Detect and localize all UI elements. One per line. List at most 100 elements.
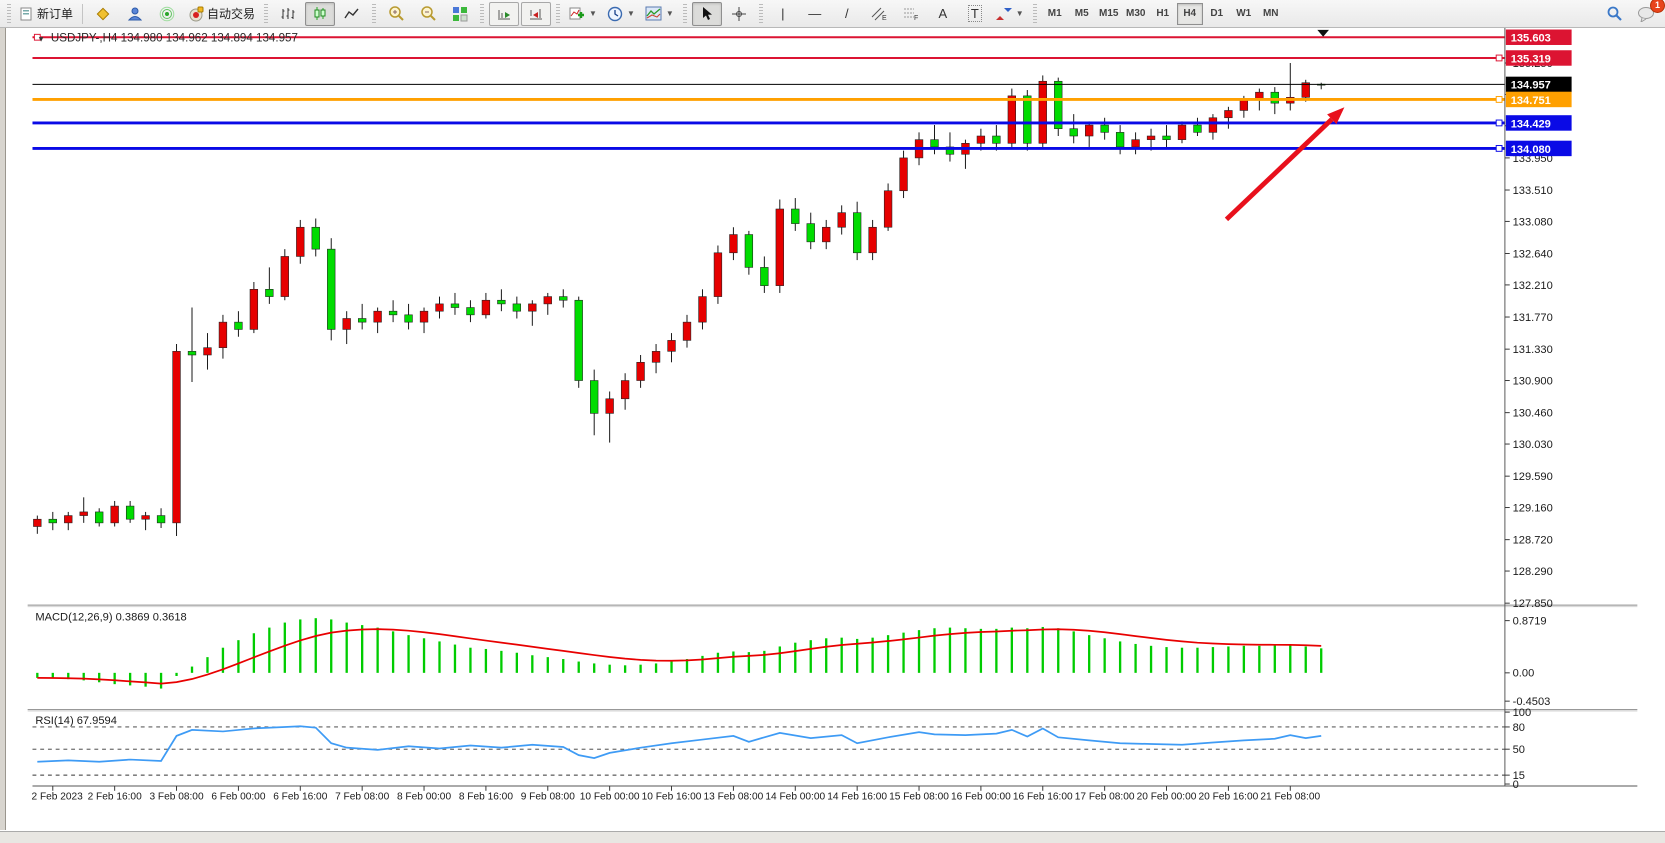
channel-tool[interactable]: E <box>864 2 894 26</box>
macd-tick-label: 0.00 <box>1513 668 1535 680</box>
candle-body <box>64 516 72 523</box>
trading-platform-window: 新订单 自动交易 <box>0 0 1665 843</box>
indicators-caret-icon: ▼ <box>589 9 597 18</box>
trendline-tool[interactable]: / <box>832 2 862 26</box>
template-icon <box>645 6 662 21</box>
timeframe-m1[interactable]: M1 <box>1042 3 1068 25</box>
price-tick-label: 132.640 <box>1513 248 1553 260</box>
price-tick-label: 130.900 <box>1513 375 1553 387</box>
chart-shift-button[interactable] <box>521 2 551 26</box>
hline-handle-icon[interactable] <box>1496 120 1502 126</box>
horizontal-scrollbar-area[interactable] <box>0 831 1665 843</box>
timeframe-h4[interactable]: H4 <box>1177 3 1203 25</box>
candle-body <box>1271 92 1279 103</box>
timeframe-w1[interactable]: W1 <box>1231 3 1257 25</box>
candle-body <box>977 136 985 143</box>
text-tool-glyph: A <box>938 6 947 21</box>
zoom-out-icon <box>420 5 437 22</box>
candle-body <box>219 322 227 348</box>
crosshair-tool-button[interactable] <box>724 2 754 26</box>
time-tick-label: 14 Feb 16:00 <box>827 791 887 802</box>
time-tick-label: 9 Feb 08:00 <box>521 791 575 802</box>
timeframe-m15[interactable]: M15 <box>1096 3 1122 25</box>
candle-body <box>807 224 815 242</box>
candle-body <box>652 351 660 362</box>
candle-body <box>1240 100 1248 111</box>
hline-glyph: — <box>808 6 821 21</box>
candle-body <box>745 235 753 268</box>
timeframe-d1[interactable]: D1 <box>1204 3 1230 25</box>
candle-body <box>637 362 645 380</box>
zoom-in-icon <box>388 5 405 22</box>
arrows-caret-icon: ▼ <box>1016 9 1024 18</box>
candle-body <box>296 227 304 256</box>
horizontal-line-tool[interactable]: — <box>800 2 830 26</box>
hline-handle-icon[interactable] <box>1496 55 1502 61</box>
search-icon <box>1606 5 1623 22</box>
candle-body <box>621 381 629 399</box>
time-tick-label: 8 Feb 00:00 <box>397 791 451 802</box>
price-tick-label: 130.460 <box>1513 408 1553 420</box>
bar-chart-button[interactable] <box>273 2 303 26</box>
candle-body <box>838 213 846 228</box>
auto-scroll-icon <box>496 6 512 22</box>
hline-handle-icon[interactable] <box>1496 146 1502 152</box>
price-tick-label: 131.330 <box>1513 344 1553 356</box>
symbol-dropdown-icon: ▼ <box>37 35 45 44</box>
candle-body <box>1132 140 1140 147</box>
notifications-button[interactable]: 1 <box>1631 2 1661 26</box>
signals-button[interactable] <box>152 2 182 26</box>
arrows-icon <box>996 6 1012 22</box>
tile-windows-button[interactable] <box>445 2 475 26</box>
time-tick-label: 6 Feb 16:00 <box>273 791 327 802</box>
vline-glyph: | <box>781 6 784 21</box>
zoom-in-button[interactable] <box>381 2 411 26</box>
usdjpy-h4-chart: 135.250134.820134.390133.950133.510133.0… <box>0 28 1665 843</box>
candle-body <box>1178 125 1186 140</box>
candle-body <box>389 311 397 315</box>
clock-icon <box>607 6 623 22</box>
timeframe-h1[interactable]: H1 <box>1150 3 1176 25</box>
candle-body <box>853 213 861 253</box>
market-button[interactable] <box>120 2 150 26</box>
price-tag-label: 134.080 <box>1511 144 1551 156</box>
candle-body <box>1209 118 1217 133</box>
indicators-button[interactable]: ▼ <box>565 2 601 26</box>
hline-handle-icon[interactable] <box>1496 97 1502 103</box>
arrows-tool[interactable]: ▼ <box>992 2 1028 26</box>
candle-body <box>544 297 552 304</box>
profiles-button[interactable] <box>88 2 118 26</box>
timeframe-m30[interactable]: M30 <box>1123 3 1149 25</box>
label-tool[interactable]: T <box>960 2 990 26</box>
candle-body <box>1116 132 1124 147</box>
new-order-button[interactable]: 新订单 <box>16 2 77 26</box>
cursor-tool-button[interactable] <box>692 2 722 26</box>
candlestick-chart-button[interactable] <box>305 2 335 26</box>
autotrading-icon <box>188 6 204 22</box>
text-tool[interactable]: A <box>928 2 958 26</box>
candle-body <box>420 311 428 322</box>
autotrading-button[interactable]: 自动交易 <box>184 2 259 26</box>
templates-button[interactable]: ▼ <box>641 2 678 26</box>
search-button[interactable] <box>1599 2 1629 26</box>
fibonacci-tool[interactable]: F <box>896 2 926 26</box>
candle-body <box>869 227 877 253</box>
candle-body <box>760 267 768 285</box>
timeframe-mn[interactable]: MN <box>1258 3 1284 25</box>
person-icon <box>127 6 143 22</box>
candle-body <box>1147 136 1155 140</box>
candle-body <box>730 235 738 253</box>
periods-button[interactable]: ▼ <box>603 2 639 26</box>
auto-scroll-button[interactable] <box>489 2 519 26</box>
vertical-line-tool[interactable]: | <box>768 2 798 26</box>
time-tick-label: 10 Feb 00:00 <box>580 791 640 802</box>
tile-windows-icon <box>452 6 468 22</box>
price-tick-label: 131.770 <box>1513 312 1553 324</box>
timeframe-m5[interactable]: M5 <box>1069 3 1095 25</box>
line-chart-button[interactable] <box>337 2 367 26</box>
bar-chart-icon <box>280 6 296 22</box>
notification-badge: 1 <box>1650 0 1665 13</box>
price-tag-label: 134.429 <box>1511 118 1551 130</box>
candlestick-icon <box>312 6 328 22</box>
zoom-out-button[interactable] <box>413 2 443 26</box>
